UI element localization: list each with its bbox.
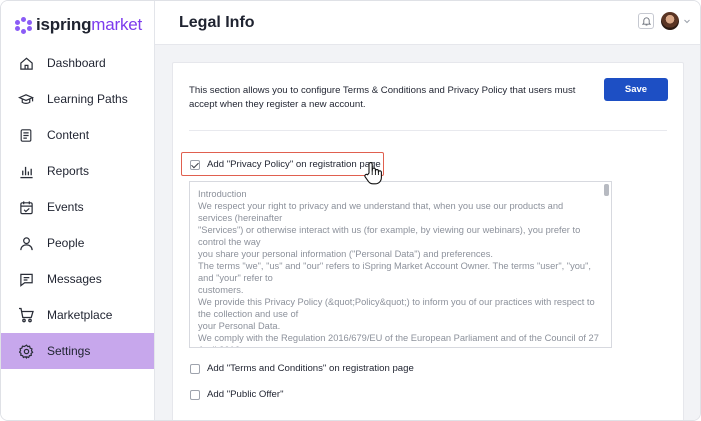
gear-icon [18,343,34,359]
graduation-cap-icon [18,91,34,107]
sidebar-item-learning-paths[interactable]: Learning Paths [1,81,154,117]
main-content: This section allows you to configure Ter… [155,45,700,420]
sidebar-item-settings[interactable]: Settings [1,333,154,369]
sidebar-item-label: Events [47,200,84,214]
brand-name: ispringmarket [36,15,143,34]
sidebar-item-label: Settings [47,344,91,358]
sidebar-item-label: Reports [47,164,90,178]
save-button[interactable]: Save [604,78,668,101]
house-icon [18,55,34,71]
sidebar-nav: Dashboard Learning Paths Content Reports [1,45,154,369]
top-bar: Legal Info [155,1,700,45]
bar-chart-icon [18,163,34,179]
hand-cursor-icon [364,162,382,185]
terms-checkbox[interactable] [190,363,200,374]
public-offer-option[interactable]: Add "Public Offer" [190,389,284,400]
privacy-policy-textarea[interactable]: Introduction We respect your right to pr… [189,181,612,348]
sidebar: ispringmarket Dashboard Learning Paths C… [1,1,155,420]
sidebar-item-dashboard[interactable]: Dashboard [1,45,154,81]
privacy-policy-label: Add "Privacy Policy" on registration pag… [207,159,381,170]
sidebar-item-people[interactable]: People [1,225,154,261]
brand-logo[interactable]: ispringmarket [15,14,142,36]
app-window: ispringmarket Dashboard Learning Paths C… [0,0,701,421]
sidebar-item-label: Content [47,128,90,142]
chat-icon [18,271,34,287]
cart-icon [18,307,34,323]
sidebar-item-events[interactable]: Events [1,189,154,225]
sidebar-item-label: Messages [47,272,102,286]
chevron-down-icon[interactable] [683,17,691,25]
terms-option[interactable]: Add "Terms and Conditions" on registrati… [190,363,414,374]
section-description: This section allows you to configure Ter… [189,85,576,110]
sidebar-item-content[interactable]: Content [1,117,154,153]
privacy-policy-text: Introduction We respect your right to pr… [198,189,599,347]
privacy-policy-checkbox[interactable] [190,159,200,170]
calendar-check-icon [18,199,34,215]
sidebar-item-messages[interactable]: Messages [1,261,154,297]
public-offer-label: Add "Public Offer" [207,389,284,400]
legal-info-card: This section allows you to configure Ter… [172,62,684,420]
sidebar-item-marketplace[interactable]: Marketplace [1,297,154,333]
sidebar-item-label: People [47,236,85,250]
bell-icon[interactable] [638,13,654,29]
privacy-policy-option[interactable]: Add "Privacy Policy" on registration pag… [190,159,381,170]
sidebar-item-label: Marketplace [47,308,113,322]
scrollbar-thumb[interactable] [604,184,609,196]
person-icon [18,235,34,251]
sidebar-item-label: Learning Paths [47,92,128,106]
sidebar-item-label: Dashboard [47,56,106,70]
divider [189,130,667,131]
document-icon [18,127,34,143]
terms-label: Add "Terms and Conditions" on registrati… [207,363,414,374]
ispring-logo-icon [15,16,32,34]
avatar[interactable] [661,12,679,30]
sidebar-item-reports[interactable]: Reports [1,153,154,189]
page-title: Legal Info [179,14,255,31]
textarea-scrollbar[interactable] [604,184,609,344]
public-offer-checkbox[interactable] [190,389,200,400]
